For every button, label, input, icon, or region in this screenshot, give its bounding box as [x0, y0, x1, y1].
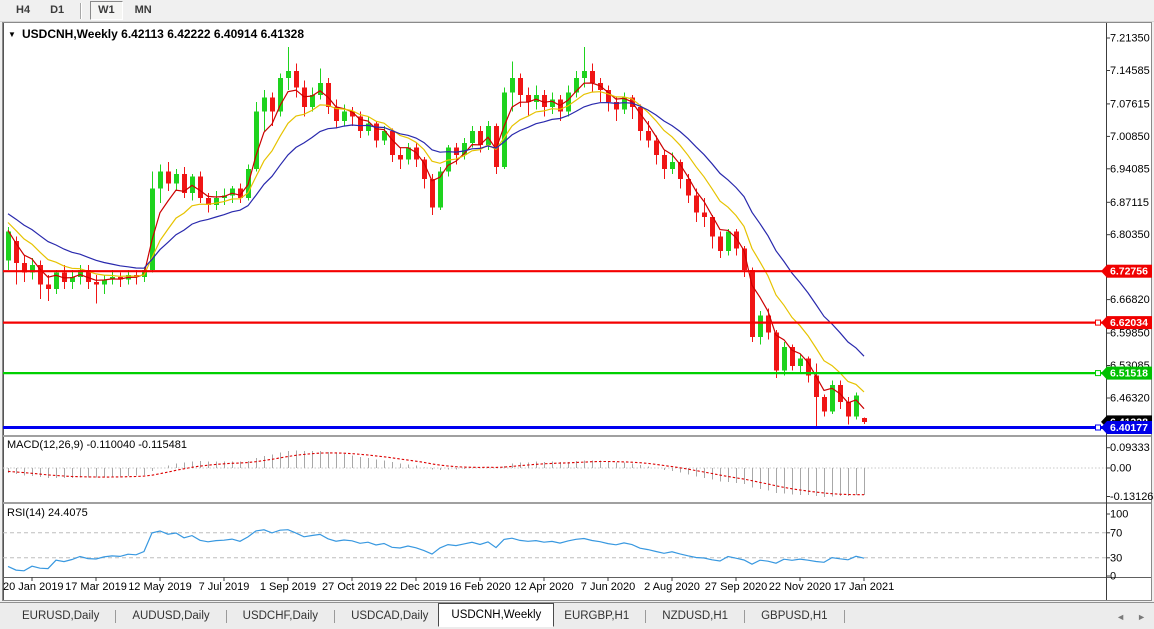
chart-area[interactable]: 7.21350 7.14585 7.07615 7.00850 6.94085 6.871… — [0, 22, 1154, 602]
tab-separator — [744, 610, 745, 623]
price-tick-label: 6.66820 — [1110, 294, 1150, 306]
rsi-tick-label: 30 — [1110, 552, 1122, 564]
date-label: 16 Feb 2020 — [449, 581, 511, 593]
price-tick-label: 6.94085 — [1110, 163, 1150, 175]
date-label: 20 Jan 2019 — [3, 581, 64, 593]
tab-scroll-left-icon[interactable]: ◄ — [1116, 612, 1125, 622]
timeframe-button-mn[interactable]: MN — [127, 1, 160, 20]
price-tick-label: 7.00850 — [1110, 131, 1150, 143]
chart-tab-bar: EURUSD,Daily AUDUSD,Daily USDCHF,Daily USDC… — [0, 602, 1154, 629]
toolbar-separator — [80, 3, 82, 19]
date-label: 22 Dec 2019 — [385, 581, 447, 593]
price-badge-label: 6.72756 — [1110, 266, 1148, 278]
price-tick-label: 7.14585 — [1110, 65, 1150, 77]
tab-audusd-daily[interactable]: AUDUSD,Daily — [122, 606, 219, 626]
rsi-tick-label: 0 — [1110, 571, 1116, 583]
price-tick-label: 6.46320 — [1110, 393, 1150, 405]
price-tick-label: 6.87115 — [1110, 197, 1149, 209]
price-tick-label: 7.07615 — [1110, 98, 1150, 110]
date-label: 1 Sep 2019 — [260, 581, 316, 593]
date-label: 2 Aug 2020 — [644, 581, 700, 593]
date-label: 12 Apr 2020 — [514, 581, 573, 593]
macd-indicator-label: MACD(12,26,9) -0.110040 -0.115481 — [7, 439, 187, 451]
macd-tick-label: -0.131263 — [1110, 491, 1154, 503]
date-label: 27 Oct 2019 — [322, 581, 382, 593]
rsi-tick-label: 70 — [1110, 527, 1122, 539]
date-label: 12 May 2019 — [128, 581, 192, 593]
price-badge-label: 6.51518 — [1110, 368, 1148, 380]
tab-eurgbp-h1[interactable]: EURGBP,H1 — [554, 606, 639, 626]
rsi-tick-label: 100 — [1110, 509, 1128, 521]
mt4-chart-window: H4D1 W1MN 7.21350 7.14585 7.07615 7.00850 6.9… — [0, 0, 1154, 629]
support-line-blue-handle[interactable] — [1096, 425, 1101, 430]
timeframe-button-d1[interactable]: D1 — [42, 1, 72, 20]
price-tick-label: 6.59850 — [1110, 328, 1150, 340]
date-label: 7 Jul 2019 — [199, 581, 250, 593]
tab-scroll-arrows: ◄► — [1116, 603, 1146, 629]
chart-menu-arrow-icon[interactable]: ▼ — [8, 30, 16, 39]
tab-gbpusd-h1[interactable]: GBPUSD,H1 — [751, 606, 837, 626]
chart-title: ▼ USDCNH,Weekly 6.42113 6.42222 6.40914 6… — [8, 27, 304, 41]
date-label: 7 Jun 2020 — [581, 581, 635, 593]
rsi-indicator-label: RSI(14) 24.4075 — [7, 507, 88, 519]
timeframe-button-h4[interactable]: H4 — [8, 1, 38, 20]
macd-tick-label: 0.09333 — [1110, 442, 1150, 454]
tab-separator — [645, 610, 646, 623]
timeframe-button-w1[interactable]: W1 — [90, 1, 123, 20]
support-line-green-handle[interactable] — [1096, 371, 1101, 376]
tab-scroll-right-icon[interactable]: ► — [1137, 612, 1146, 622]
date-label: 27 Sep 2020 — [705, 581, 767, 593]
tab-eurusd-daily[interactable]: EURUSD,Daily — [12, 606, 109, 626]
chart-title-text: USDCNH,Weekly 6.42113 6.42222 6.40914 6.… — [22, 27, 304, 41]
price-badge-label: 6.62034 — [1110, 317, 1148, 329]
chart-window-frame — [3, 23, 1152, 601]
tab-usdcnh-weekly[interactable]: USDCNH,Weekly — [438, 603, 554, 627]
price-tick-label: 7.21350 — [1110, 33, 1150, 45]
price-badge-label: 6.40177 — [1110, 422, 1148, 434]
date-label: 17 Mar 2019 — [65, 581, 127, 593]
price-tick-label: 6.80350 — [1110, 229, 1150, 241]
tab-usdchf-daily[interactable]: USDCHF,Daily — [233, 606, 328, 626]
tab-usdcad-daily[interactable]: USDCAD,Daily — [341, 606, 438, 626]
resistance-line-2-handle[interactable] — [1096, 320, 1101, 325]
date-label: 17 Jan 2021 — [834, 581, 895, 593]
timeframe-toolbar: H4D1 W1MN — [0, 0, 1154, 22]
tab-separator — [115, 610, 116, 623]
date-label: 22 Nov 2020 — [769, 581, 831, 593]
tab-nzdusd-h1[interactable]: NZDUSD,H1 — [652, 606, 738, 626]
macd-tick-label: 0.00 — [1110, 463, 1131, 475]
tab-separator — [334, 610, 335, 623]
tab-separator — [226, 610, 227, 623]
tab-separator — [844, 610, 845, 623]
